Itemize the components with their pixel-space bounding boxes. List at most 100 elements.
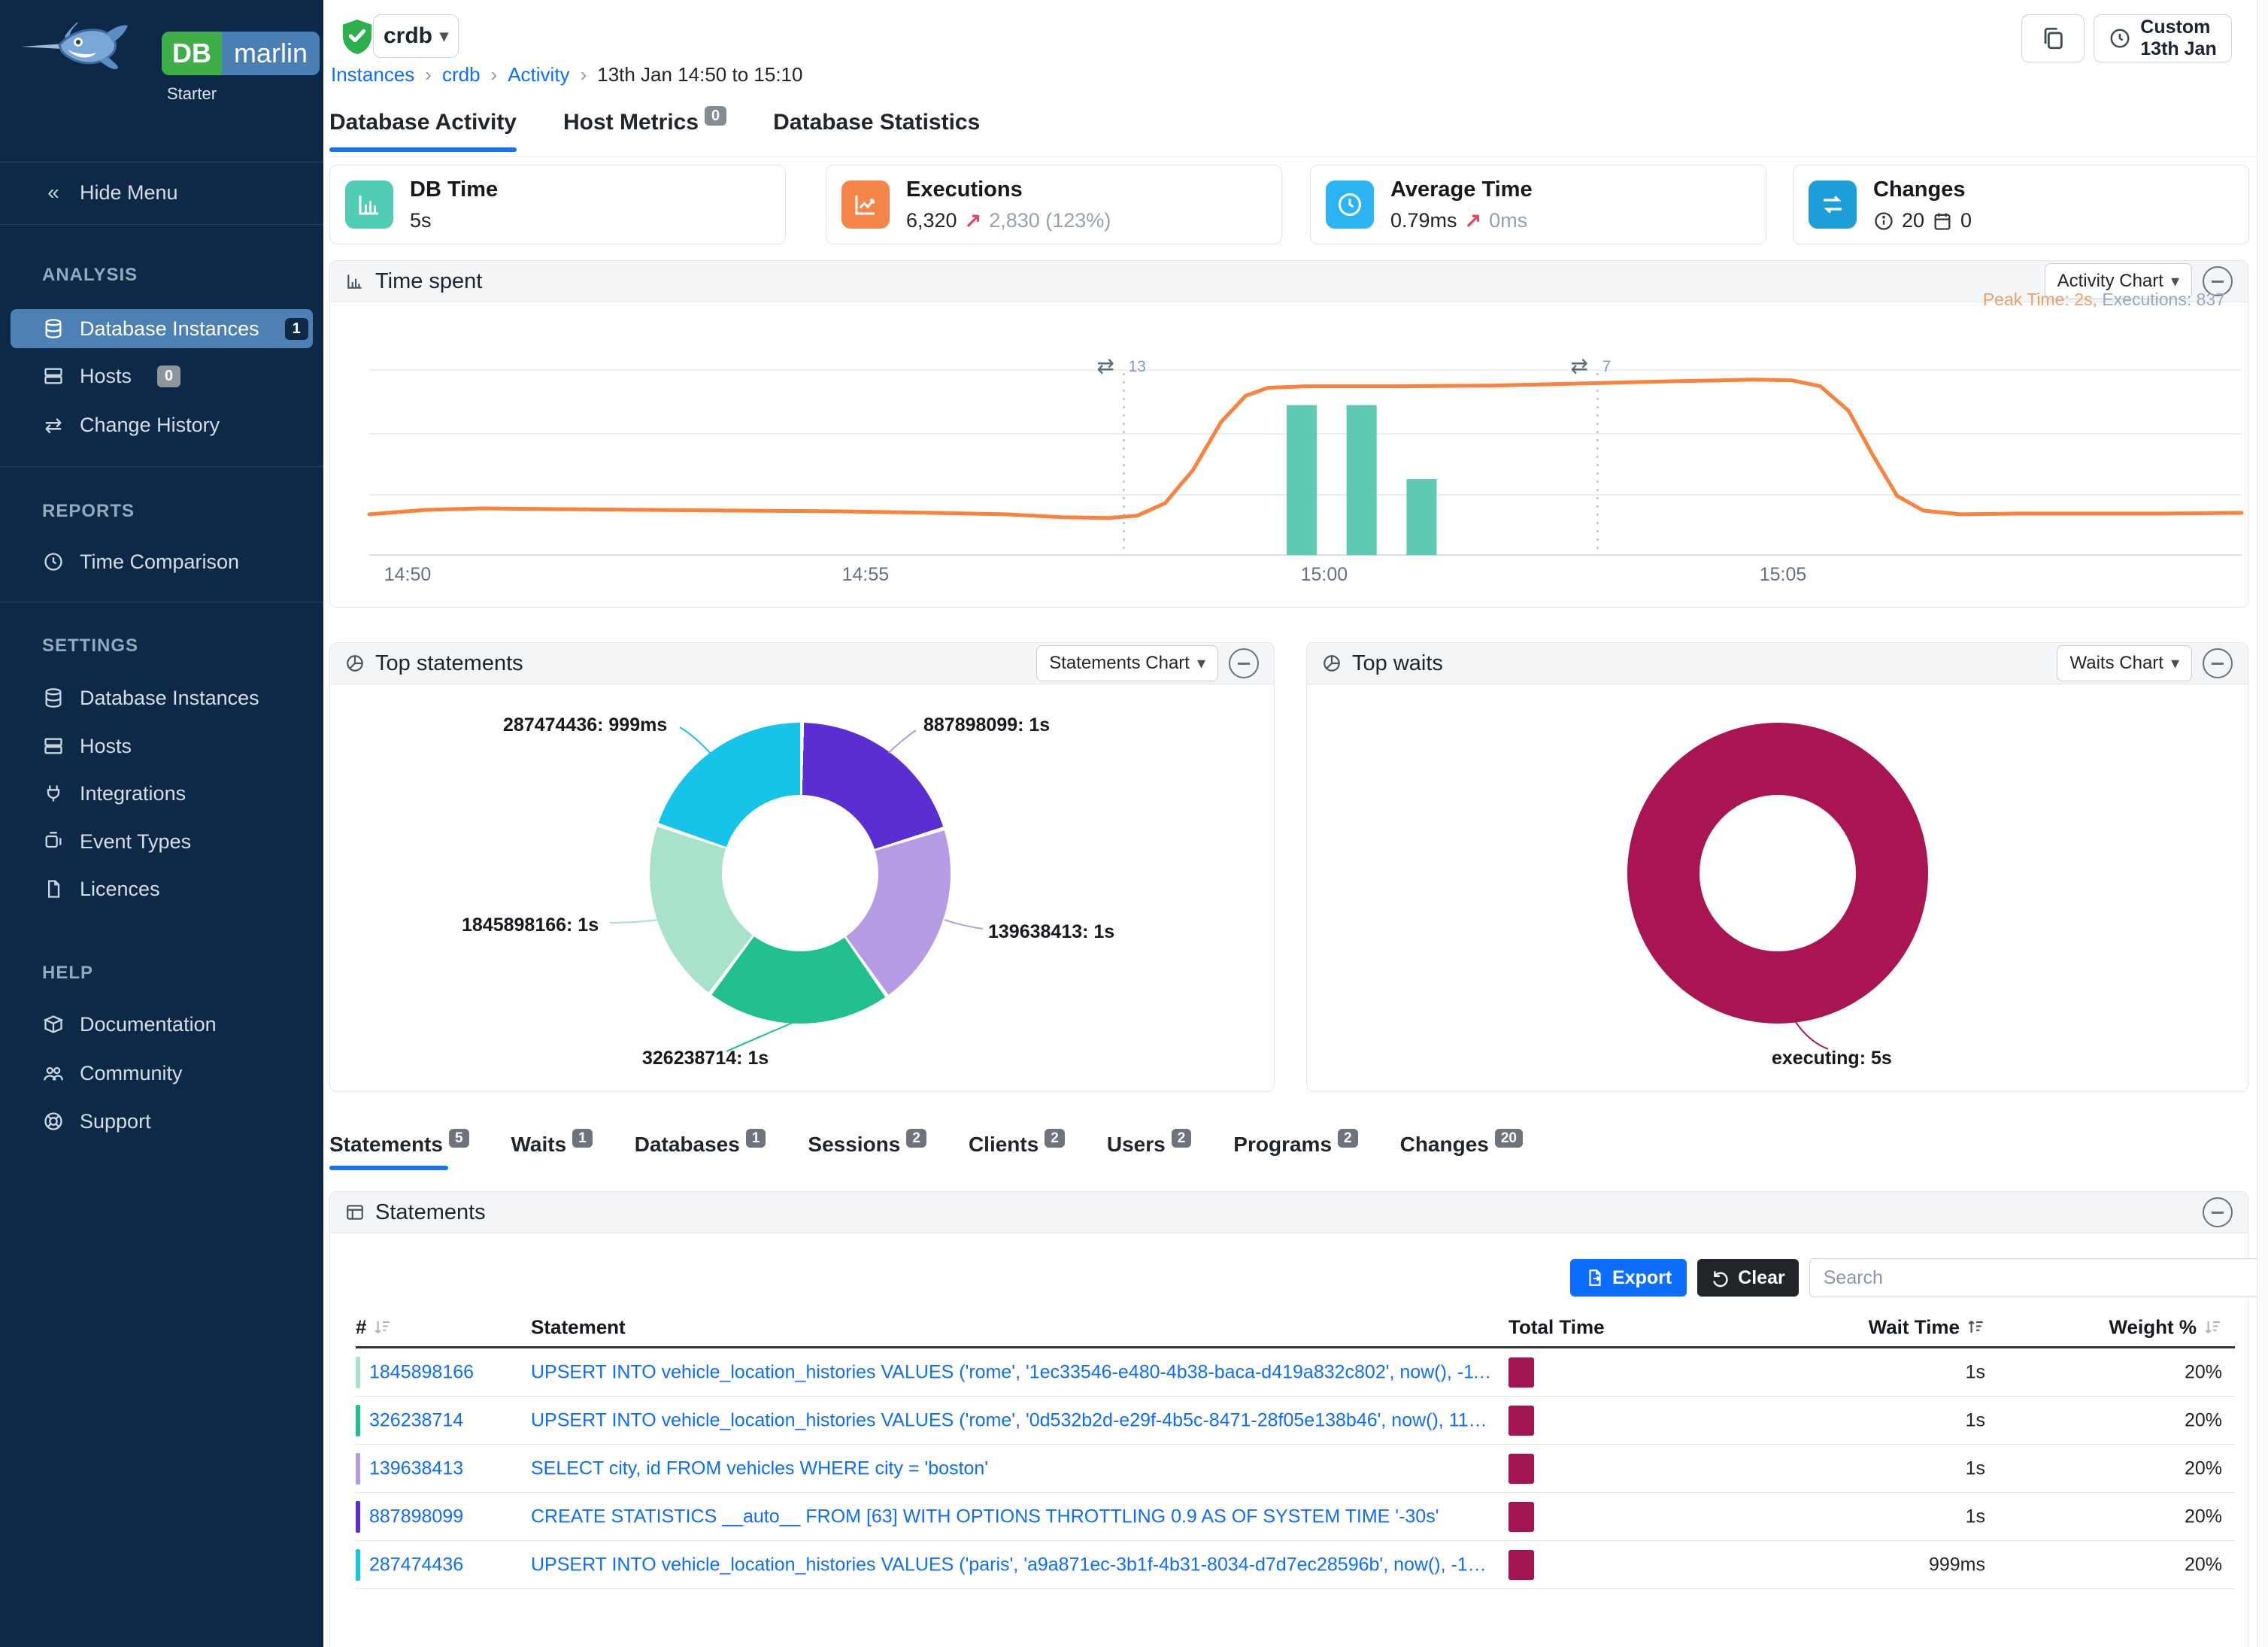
top-statements-panel: Top statements Statements Chart▾ 8878980…: [329, 642, 1275, 1092]
kpi-title: Executions: [906, 177, 1023, 202]
sidebar-section-settings: SETTINGS: [42, 635, 138, 657]
page-scrollbar[interactable]: [2257, 0, 2268, 1647]
kpi-card-db-time: DB Time 5s: [329, 165, 786, 244]
column-header-total-time[interactable]: Total Time: [1508, 1316, 1605, 1339]
tab-changes[interactable]: Changes20: [1400, 1133, 1523, 1170]
tab-programs[interactable]: Programs2: [1233, 1133, 1357, 1170]
table-row: 887898099 CREATE STATISTICS __auto__ FROM…: [356, 1493, 2235, 1541]
logo-marlin-box: marlin: [222, 32, 320, 75]
statement-link[interactable]: UPSERT INTO vehicle_location_histories V…: [531, 1554, 1493, 1576]
copy-link-button[interactable]: [2021, 14, 2085, 62]
tab-badge: 5: [449, 1129, 469, 1148]
statement-link[interactable]: UPSERT INTO vehicle_location_histories V…: [531, 1409, 1493, 1431]
breadcrumb-crdb[interactable]: crdb: [442, 63, 481, 86]
kpi-delta: 0ms: [1489, 209, 1527, 232]
tab-users[interactable]: Users2: [1107, 1133, 1191, 1170]
export-button[interactable]: Export: [1570, 1259, 1687, 1297]
tab-badge: 20: [1495, 1129, 1523, 1148]
x-axis-tick: 15:00: [1301, 564, 1348, 585]
statement-id-link[interactable]: 326238714: [369, 1409, 463, 1431]
sidebar-item-change-history[interactable]: ⇄ Change History: [0, 405, 323, 444]
column-header-statement[interactable]: Statement: [531, 1316, 626, 1339]
kpi-card-average-time: Average Time 0.79ms ↗ 0ms: [1310, 165, 1766, 244]
tab-waits[interactable]: Waits1: [511, 1133, 593, 1170]
chevron-down-icon: ▾: [2171, 654, 2179, 673]
statement-id-link[interactable]: 887898099: [369, 1506, 463, 1527]
statements-chart-select[interactable]: Statements Chart▾: [1036, 645, 1218, 681]
executions-bar: [1287, 405, 1317, 555]
tab-clients[interactable]: Clients2: [969, 1133, 1065, 1170]
column-header-id[interactable]: #: [356, 1316, 392, 1339]
statement-color-bar: [356, 1453, 360, 1485]
hide-menu-button[interactable]: « Hide Menu: [0, 173, 323, 212]
sidebar-item-support[interactable]: Support: [0, 1102, 323, 1141]
statement-link[interactable]: UPSERT INTO vehicle_location_histories V…: [531, 1361, 1493, 1383]
donut-leader-lines: [1307, 684, 2248, 1091]
breadcrumb-activity[interactable]: Activity: [508, 63, 569, 86]
tab-host-metrics[interactable]: Host Metrics0: [563, 110, 726, 152]
tab-database-statistics[interactable]: Database Statistics: [773, 110, 980, 152]
tab-statements[interactable]: Statements5: [329, 1133, 469, 1170]
total-time-cell: [1508, 1406, 1534, 1436]
total-time-bar: [1508, 1502, 1534, 1532]
total-time-bar: [1508, 1454, 1534, 1484]
clock-icon: [1326, 180, 1374, 229]
statement-link[interactable]: CREATE STATISTICS __auto__ FROM [63] WIT…: [531, 1506, 1493, 1527]
total-time-cell: [1508, 1550, 1534, 1580]
executions-bar: [1347, 405, 1377, 555]
breadcrumb-instances[interactable]: Instances: [331, 63, 414, 86]
pie-chart-icon: [345, 654, 365, 673]
chevron-down-icon: ▾: [1197, 654, 1205, 673]
waits-chart-select[interactable]: Waits Chart▾: [2057, 645, 2192, 681]
sidebar-item-database-instances[interactable]: Database Instances 1: [11, 309, 313, 348]
time-range-button[interactable]: Custom 13th Jan: [2094, 14, 2232, 62]
change-marker-count: 7: [1602, 358, 1611, 375]
time-spent-chart[interactable]: ⇄13⇄714:5014:5515:0015:05: [330, 301, 2248, 606]
table-body: 1845898166 UPSERT INTO vehicle_location_h…: [356, 1348, 2235, 1589]
sidebar-item-documentation[interactable]: Documentation: [0, 1005, 323, 1044]
up-arrow-icon: ↗: [1465, 209, 1482, 232]
sidebar-item-hosts-settings[interactable]: Hosts: [0, 726, 323, 766]
clear-button[interactable]: Clear: [1697, 1259, 1799, 1297]
weight-value: 20%: [2185, 1361, 2222, 1383]
tab-badge: 0: [705, 106, 726, 126]
search-input[interactable]: [1809, 1258, 2268, 1297]
database-icon: [42, 687, 65, 709]
panel-title: Time spent: [375, 269, 482, 294]
sidebar-item-time-comparison[interactable]: Time Comparison: [0, 542, 323, 581]
column-header-weight[interactable]: Weight %: [2109, 1316, 2222, 1339]
statement-color-bar: [356, 1549, 360, 1581]
instance-selector-button[interactable]: crdb▾: [373, 14, 459, 58]
table-row: 287474436 UPSERT INTO vehicle_location_hi…: [356, 1541, 2235, 1589]
chevron-down-icon: ▾: [440, 26, 448, 46]
sidebar-item-database-instances-settings[interactable]: Database Instances: [0, 678, 323, 717]
sidebar-item-event-types[interactable]: Event Types: [0, 822, 323, 861]
sidebar-section-reports: REPORTS: [42, 501, 135, 522]
collapse-panel-button[interactable]: [1229, 648, 1259, 678]
sidebar-item-hosts[interactable]: Hosts 0: [0, 356, 323, 396]
statement-id-link[interactable]: 287474436: [369, 1554, 463, 1576]
changes-calendar-count: 0: [1960, 209, 1972, 232]
sort-icon: [372, 1318, 392, 1337]
tab-database-activity[interactable]: Database Activity: [329, 110, 517, 152]
statement-link[interactable]: SELECT city, id FROM vehicles WHERE city…: [531, 1457, 1493, 1479]
tab-badge: 2: [1338, 1129, 1358, 1148]
sidebar-item-licences[interactable]: Licences: [0, 869, 323, 908]
tab-sessions[interactable]: Sessions2: [808, 1133, 926, 1170]
kpi-title: DB Time: [410, 177, 498, 202]
kpi-title: Changes: [1873, 177, 1965, 202]
donut-leader-lines: [330, 684, 1274, 1091]
breadcrumb-time-range: 13th Jan 14:50 to 15:10: [597, 63, 802, 86]
statement-id-link[interactable]: 139638413: [369, 1457, 463, 1479]
divider: [0, 224, 323, 225]
sidebar-item-community[interactable]: Community: [0, 1054, 323, 1093]
sidebar-item-integrations[interactable]: Integrations: [0, 774, 323, 813]
statement-id-link[interactable]: 1845898166: [369, 1361, 474, 1383]
collapse-panel-button[interactable]: [2203, 1197, 2233, 1227]
tab-databases[interactable]: Databases1: [635, 1133, 766, 1170]
weight-value: 20%: [2185, 1554, 2222, 1576]
export-icon: [1585, 1268, 1605, 1288]
collapse-panel-button[interactable]: [2203, 648, 2233, 678]
column-header-wait-time[interactable]: Wait Time: [1869, 1316, 1985, 1339]
kpi-title: Average Time: [1390, 177, 1533, 202]
